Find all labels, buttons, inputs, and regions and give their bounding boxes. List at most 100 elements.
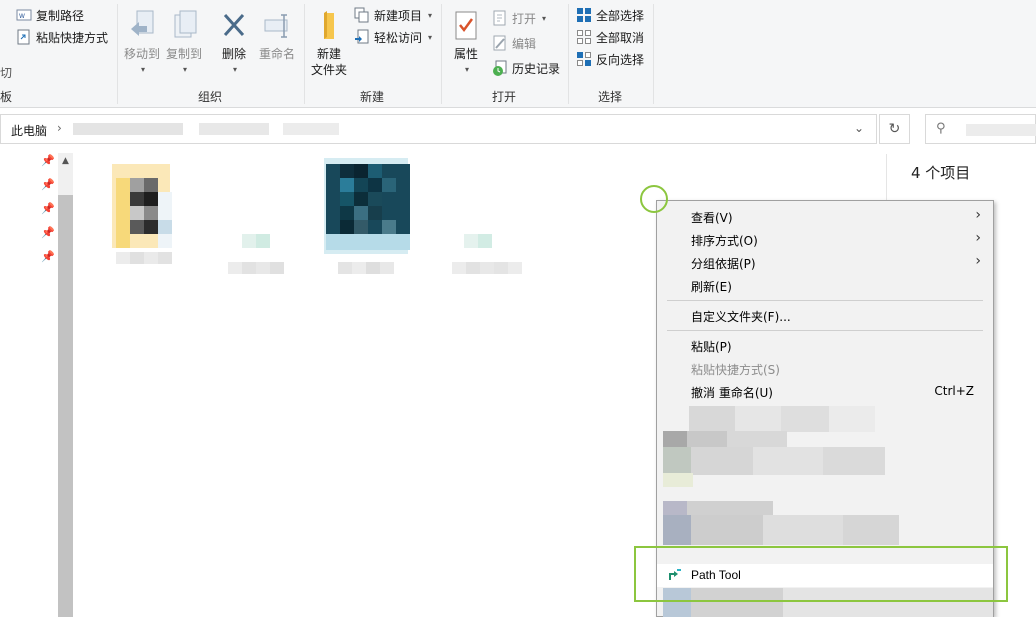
delete-button[interactable]: 删除 ▾ bbox=[216, 8, 252, 78]
select-group-label: 选择 bbox=[597, 90, 622, 104]
pin-icon[interactable]: 📌 bbox=[38, 178, 58, 202]
new-group-label: 新建 bbox=[359, 90, 384, 104]
chevron-down-icon: ▾ bbox=[428, 10, 433, 20]
pin-icon[interactable]: 📌 bbox=[38, 154, 58, 178]
file-item[interactable] bbox=[100, 160, 192, 290]
select-none-button[interactable]: 全部取消 bbox=[576, 27, 644, 47]
chevron-down-icon: ▾ bbox=[140, 65, 145, 74]
easy-access-icon bbox=[354, 29, 370, 45]
chevron-down-icon: ▾ bbox=[542, 13, 547, 23]
menu-item-group-by[interactable]: 分组依据(P) › bbox=[657, 251, 993, 274]
menu-item-customize-folder[interactable]: 自定义文件夹(F)... bbox=[657, 304, 993, 327]
move-to-icon bbox=[125, 8, 159, 44]
address-bar[interactable]: 此电脑 › ⌄ bbox=[0, 114, 877, 144]
select-all-button[interactable]: 全部选择 bbox=[576, 5, 644, 25]
delete-icon bbox=[217, 8, 251, 44]
paste-shortcut-icon bbox=[16, 29, 32, 45]
breadcrumb-redacted bbox=[73, 123, 183, 135]
rename-button[interactable]: 重命名 bbox=[256, 8, 298, 62]
open-icon bbox=[492, 10, 508, 26]
copy-to-icon bbox=[167, 8, 201, 44]
chevron-down-icon[interactable]: ⌄ bbox=[854, 121, 864, 135]
menu-item-redacted[interactable] bbox=[663, 447, 885, 475]
move-to-button[interactable]: 移动到 ▾ bbox=[122, 8, 162, 78]
folder-icon bbox=[312, 8, 346, 44]
group-separator bbox=[441, 4, 442, 104]
paste-shortcut-button[interactable]: 粘贴快捷方式 bbox=[16, 27, 108, 47]
item-count: 4 个项目 bbox=[911, 164, 971, 182]
menu-item-redacted[interactable] bbox=[663, 473, 693, 487]
new-item-button[interactable]: 新建项目 ▾ bbox=[354, 5, 432, 25]
menu-item-undo-rename[interactable]: 撤消 重命名(U) Ctrl+Z bbox=[657, 380, 993, 403]
menu-item-redacted[interactable] bbox=[663, 431, 787, 447]
cut-button[interactable]: 切 bbox=[0, 62, 12, 82]
file-item[interactable] bbox=[436, 160, 528, 290]
quick-access-pins: 📌 📌 📌 📌 📌 bbox=[38, 154, 58, 274]
chevron-down-icon: ▾ bbox=[464, 65, 469, 74]
menu-item-paste[interactable]: 粘贴(P) bbox=[657, 334, 993, 357]
file-item[interactable] bbox=[322, 156, 414, 286]
new-item-icon bbox=[354, 7, 370, 23]
rename-icon bbox=[260, 8, 294, 44]
chevron-down-icon: ▾ bbox=[232, 65, 237, 74]
organize-group-label: 组织 bbox=[197, 90, 222, 104]
menu-item-view[interactable]: 查看(V) › bbox=[657, 205, 993, 228]
history-icon bbox=[492, 60, 508, 76]
menu-item-redacted[interactable] bbox=[663, 501, 773, 515]
menu-item-paste-shortcut[interactable]: 粘贴快捷方式(S) bbox=[657, 357, 993, 380]
chevron-down-icon: ▾ bbox=[428, 32, 433, 42]
clipboard-group-label: 板 bbox=[0, 90, 13, 104]
edit-button[interactable]: 编辑 bbox=[492, 33, 536, 53]
file-name-redacted bbox=[338, 262, 394, 284]
menu-item-redacted[interactable] bbox=[663, 515, 899, 545]
search-icon: ⚲ bbox=[936, 121, 946, 136]
copy-path-icon: W bbox=[16, 7, 32, 23]
file-item[interactable] bbox=[212, 160, 304, 290]
chevron-right-icon[interactable]: › bbox=[57, 121, 62, 135]
select-none-icon bbox=[576, 29, 592, 45]
scroll-up-icon[interactable]: ▲ bbox=[58, 153, 73, 169]
chevron-down-icon: ▾ bbox=[182, 65, 187, 74]
easy-access-button[interactable]: 轻松访问 ▾ bbox=[354, 27, 432, 47]
select-all-icon bbox=[576, 7, 592, 23]
properties-button[interactable]: 属性 ▾ bbox=[448, 8, 484, 78]
new-folder-button[interactable]: 新建 文件夹 bbox=[308, 8, 350, 78]
history-button[interactable]: 历史记录 bbox=[492, 58, 560, 78]
edit-icon bbox=[492, 35, 508, 51]
pin-icon[interactable]: 📌 bbox=[38, 250, 58, 274]
annotation-highlight-box bbox=[634, 546, 1008, 602]
pin-icon[interactable]: 📌 bbox=[38, 226, 58, 250]
open-button[interactable]: 打开 ▾ bbox=[492, 8, 546, 28]
file-name-redacted bbox=[228, 262, 284, 284]
chevron-right-icon: › bbox=[975, 230, 981, 246]
menu-item-sort-by[interactable]: 排序方式(O) › bbox=[657, 228, 993, 251]
breadcrumb-root[interactable]: 此电脑 bbox=[11, 122, 47, 139]
ribbon: W 复制路径 粘贴快捷方式 切 板 移动到 ▾ 复制到 ▾ 删除 ▾ 重命名 组… bbox=[0, 0, 1036, 108]
copy-path-button[interactable]: W 复制路径 bbox=[16, 5, 84, 25]
chevron-right-icon: › bbox=[975, 253, 981, 269]
annotation-circle bbox=[640, 185, 668, 213]
search-redacted bbox=[966, 124, 1036, 136]
group-separator bbox=[653, 4, 654, 104]
group-separator bbox=[568, 4, 569, 104]
invert-selection-icon bbox=[576, 51, 592, 67]
breadcrumb-redacted bbox=[283, 123, 339, 135]
pin-icon[interactable]: 📌 bbox=[38, 202, 58, 226]
menu-separator bbox=[667, 330, 983, 331]
svg-text:W: W bbox=[19, 13, 25, 20]
refresh-button[interactable]: ↻ bbox=[879, 114, 910, 144]
menu-item-refresh[interactable]: 刷新(E) bbox=[657, 274, 993, 297]
scrollbar-thumb[interactable] bbox=[58, 195, 73, 617]
copy-to-button[interactable]: 复制到 ▾ bbox=[164, 8, 204, 78]
group-separator bbox=[304, 4, 305, 104]
menu-separator bbox=[667, 300, 983, 301]
properties-icon bbox=[449, 8, 483, 44]
search-input[interactable]: ⚲ bbox=[925, 114, 1036, 144]
breadcrumb-redacted bbox=[199, 123, 269, 135]
file-name-redacted bbox=[452, 262, 522, 284]
invert-selection-button[interactable]: 反向选择 bbox=[576, 49, 644, 69]
group-separator bbox=[117, 4, 118, 104]
menu-item-redacted[interactable] bbox=[689, 406, 875, 432]
chevron-right-icon: › bbox=[975, 207, 981, 223]
file-name-redacted bbox=[116, 252, 172, 274]
